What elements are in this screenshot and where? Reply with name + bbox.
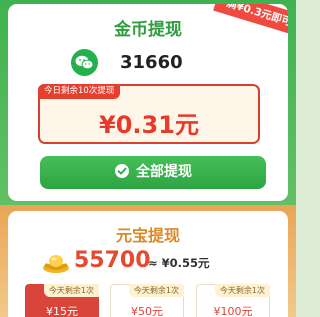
coin-balance: 31660 (120, 52, 183, 73)
yuanbao-equivalent: ≈ ¥0.55元 (148, 256, 210, 270)
yuanbao-balance: 55700 (74, 248, 151, 273)
check-icon (115, 163, 129, 178)
option-amount: ¥50元 (131, 305, 163, 317)
withdraw-option-15[interactable]: 今天剩余1次 ¥15元 (25, 284, 99, 317)
yuanbao-withdraw-card: 元宝提现 55700 ≈ ¥0.55元 今天剩余1次 ¥15元 今天剩余1次 ¥… (8, 211, 288, 317)
wechat-icon (71, 49, 98, 76)
min-withdraw-ribbon: 满¥0.3元即可提现 (213, 4, 288, 43)
remaining-times-tag: 今日剩余10次提现 (38, 84, 121, 99)
withdraw-all-label: 全部提现 (136, 164, 192, 180)
option-remaining-badge: 今天剩余1次 (43, 284, 99, 297)
ingot-icon (43, 255, 69, 273)
option-amount: ¥100元 (213, 305, 253, 317)
withdraw-option-50[interactable]: 今天剩余1次 ¥50元 (110, 284, 184, 317)
option-remaining-badge: 今天剩余1次 (128, 284, 184, 297)
withdraw-amount-box[interactable]: 今日剩余10次提现 ¥0.31元 (38, 84, 260, 144)
yuanbao-section-title: 元宝提现 (115, 226, 180, 245)
coin-withdraw-card: 金币提现 满¥0.3元即可提现 31660 今日剩余10次提现 ¥0.31元 全… (8, 4, 288, 201)
withdraw-all-button[interactable]: 全部提现 (40, 156, 266, 189)
option-amount: ¥15元 (46, 305, 78, 317)
withdraw-amount: ¥0.31元 (99, 111, 199, 139)
withdraw-option-100[interactable]: 今天剩余1次 ¥100元 (196, 284, 270, 317)
option-remaining-badge: 今天剩余1次 (214, 284, 270, 297)
corner-ribbon: 满¥0.3元即可提现 (196, 4, 288, 54)
